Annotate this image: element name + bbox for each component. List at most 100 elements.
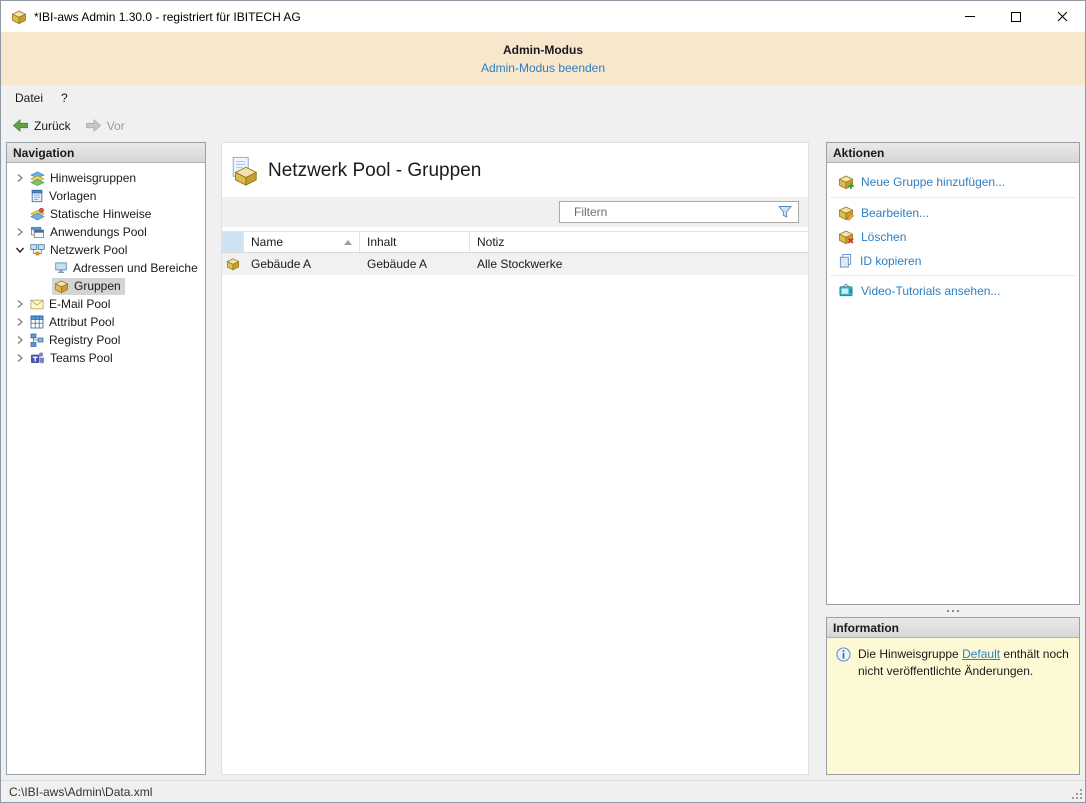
expand-chevron-icon[interactable] [12, 227, 28, 237]
resize-grip-icon[interactable] [1071, 788, 1083, 800]
tree-node[interactable]: Anwendungs Pool [28, 224, 151, 241]
action-label: Neue Gruppe hinzufügen... [861, 175, 1006, 189]
expand-chevron-icon[interactable] [12, 173, 28, 183]
expand-chevron-icon[interactable] [12, 317, 28, 327]
tree-label: E-Mail Pool [49, 297, 111, 311]
table-row[interactable]: Gebäude A Gebäude A Alle Stockwerke [222, 253, 808, 275]
admin-mode-exit-link[interactable]: Admin-Modus beenden [481, 61, 605, 75]
actions-separator [830, 197, 1076, 198]
forward-arrow-icon [85, 119, 101, 132]
tree-node[interactable]: Attribut Pool [28, 314, 118, 330]
tree-label: Hinweisgruppen [50, 171, 137, 185]
tree-node[interactable]: Adressen und Bereiche [52, 260, 202, 276]
filter-funnel-icon[interactable] [777, 205, 793, 219]
maximize-button[interactable] [993, 1, 1039, 32]
back-arrow-icon [12, 119, 28, 132]
column-header-inhalt[interactable]: Inhalt [360, 232, 470, 252]
forward-button[interactable]: Vor [78, 116, 132, 135]
window-controls [947, 1, 1085, 32]
package-add-icon [838, 175, 854, 190]
action-label: Bearbeiten... [861, 206, 930, 220]
tree-node[interactable]: Teams Pool [28, 350, 117, 367]
tree-label: Adressen und Bereiche [73, 261, 198, 275]
expand-chevron-icon[interactable] [12, 299, 28, 309]
toolbar: Zurück Vor [1, 111, 1085, 140]
tv-icon [839, 283, 853, 297]
tree-node[interactable]: E-Mail Pool [28, 296, 114, 312]
statusbar: C:\IBI-aws\Admin\Data.xml [1, 780, 1085, 802]
action-label: ID kopieren [860, 253, 922, 268]
action-video-tutorials[interactable]: Video-Tutorials ansehen... [827, 279, 1079, 302]
default-group-link[interactable]: Default [962, 647, 1000, 661]
back-button[interactable]: Zurück [5, 116, 78, 135]
panel-splitter[interactable] [826, 605, 1080, 617]
close-button[interactable] [1039, 1, 1085, 32]
navigation-header: Navigation [7, 143, 205, 163]
sort-ascending-icon [344, 239, 352, 245]
tree-item-anwendungs-pool[interactable]: Anwendungs Pool [7, 223, 205, 241]
package-delete-icon [838, 230, 854, 245]
tree-item-hinweisgruppen[interactable]: Hinweisgruppen [7, 169, 205, 187]
tree-node[interactable]: Vorlagen [28, 188, 100, 204]
tree-item-gruppen[interactable]: Gruppen [7, 277, 205, 295]
tree-item-netzwerk-pool[interactable]: Netzwerk Pool [7, 241, 205, 259]
tree-node[interactable]: Registry Pool [28, 332, 124, 348]
tree-item-registry-pool[interactable]: Registry Pool [7, 331, 205, 349]
splitter-grip-icon [947, 610, 959, 612]
app-icon [11, 9, 27, 25]
navigation-tree: Hinweisgruppen Vorlagen Statische Hinwei… [7, 163, 205, 367]
information-panel: Information Die Hinweisgruppe Default en… [826, 617, 1080, 775]
tree-label: Attribut Pool [49, 315, 115, 329]
collapse-chevron-icon[interactable] [12, 245, 28, 255]
icon-column-header[interactable] [222, 232, 244, 252]
action-edit[interactable]: Bearbeiten... [827, 201, 1079, 225]
tree-item-vorlagen[interactable]: Vorlagen [7, 187, 205, 205]
info-text-before: Die Hinweisgruppe [858, 647, 963, 661]
expand-chevron-icon[interactable] [12, 335, 28, 345]
cell-inhalt: Gebäude A [367, 257, 428, 271]
information-body: Die Hinweisgruppe Default enthält noch n… [827, 638, 1079, 774]
content-panel: Netzwerk Pool - Gruppen Name [221, 142, 809, 775]
action-add-group[interactable]: Neue Gruppe hinzufügen... [827, 170, 1079, 194]
action-label: Löschen [861, 230, 907, 244]
attribut-grid-icon [30, 315, 44, 329]
menu-help[interactable]: ? [52, 88, 77, 108]
tree-label: Teams Pool [50, 351, 113, 365]
tree-item-email-pool[interactable]: E-Mail Pool [7, 295, 205, 313]
tree-node[interactable]: Hinweisgruppen [28, 170, 140, 187]
cell-notiz: Alle Stockwerke [477, 257, 563, 271]
forward-label: Vor [106, 118, 125, 133]
tree-label: Registry Pool [49, 333, 121, 347]
package-edit-icon [838, 206, 854, 221]
tree-node[interactable]: Statische Hinweise [28, 206, 155, 223]
action-copy-id[interactable]: ID kopieren [827, 249, 1079, 272]
minimize-button[interactable] [947, 1, 993, 32]
action-delete[interactable]: Löschen [827, 225, 1079, 249]
statusbar-path: C:\IBI-aws\Admin\Data.xml [9, 784, 153, 799]
tree-label: Vorlagen [49, 189, 97, 203]
actions-separator [830, 275, 1076, 276]
column-header-notiz[interactable]: Notiz [470, 232, 808, 252]
info-icon [836, 647, 851, 662]
titlebar: *IBI-aws Admin 1.30.0 - registriert für … [1, 1, 1085, 32]
navigation-panel: Navigation Hinweisgruppen Vorlagen Stati… [6, 142, 206, 775]
page-header: Netzwerk Pool - Gruppen [222, 143, 808, 197]
tree-item-attribut-pool[interactable]: Attribut Pool [7, 313, 205, 331]
tree-item-statische-hinweise[interactable]: Statische Hinweise [7, 205, 205, 223]
tree-node[interactable]: Netzwerk Pool [28, 242, 131, 259]
admin-mode-banner: Admin-Modus Admin-Modus beenden [1, 32, 1085, 85]
column-header-name[interactable]: Name [244, 232, 360, 252]
expand-chevron-icon[interactable] [12, 353, 28, 363]
tree-node-selected[interactable]: Gruppen [52, 277, 125, 295]
close-icon [1057, 11, 1067, 22]
filter-input[interactable] [560, 205, 777, 219]
actions-panel: Aktionen Neue Gruppe hinzufügen... Bearb… [826, 142, 1080, 605]
table-header-row: Name Inhalt Notiz [222, 231, 808, 253]
groups-table: Name Inhalt Notiz Gebäude A Gebäude A Al… [222, 231, 808, 275]
menubar: Datei ? [1, 85, 1085, 111]
statische-hinweise-icon [30, 207, 45, 220]
tree-item-teams-pool[interactable]: Teams Pool [7, 349, 205, 367]
menu-datei[interactable]: Datei [6, 88, 52, 108]
tree-item-adressen-und-bereiche[interactable]: Adressen und Bereiche [7, 259, 205, 277]
teams-icon [30, 352, 45, 363]
